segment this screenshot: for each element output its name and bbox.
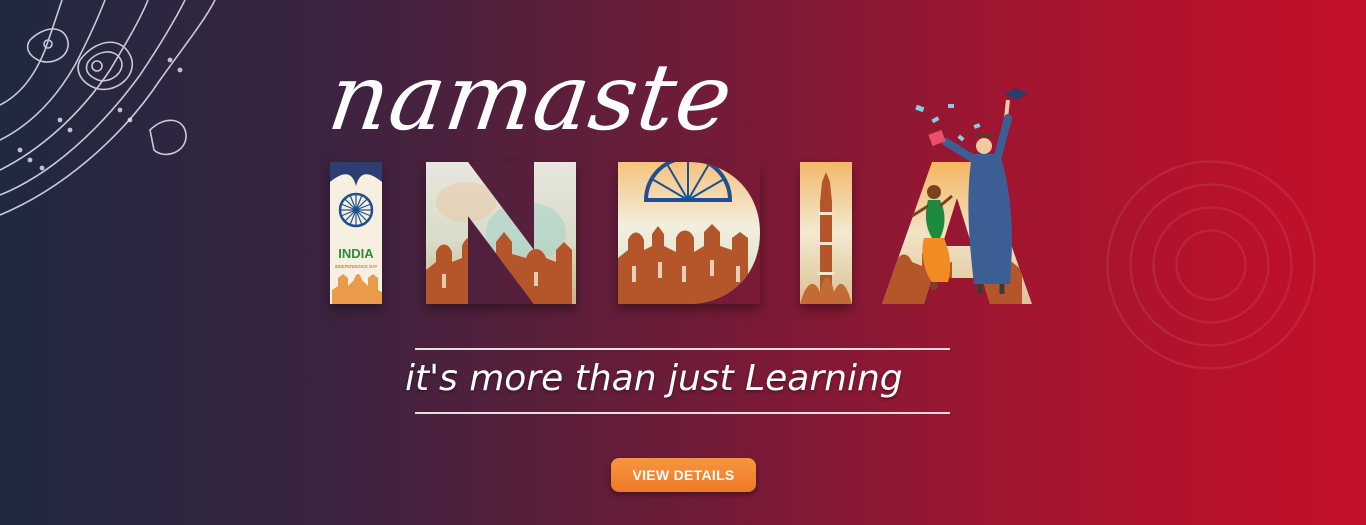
letter-i-1: INDIA INDEPENDENCE DAY (330, 162, 382, 304)
ashoka-chakra-icon (338, 192, 374, 228)
mandala-pattern (1106, 160, 1316, 370)
namaste-script-heading: namaste (322, 44, 740, 151)
tagline-bottom-rule (415, 412, 950, 414)
letter-a (882, 88, 1032, 304)
view-details-button[interactable]: VIEW DETAILS (611, 458, 756, 492)
confetti-decoration (915, 104, 981, 142)
tagline: it's more than just Learning (405, 358, 903, 399)
letter-d (618, 162, 760, 304)
letter-i-2 (800, 162, 852, 304)
badge-title: INDIA (338, 246, 374, 261)
tagline-top-rule (415, 348, 950, 350)
hero-banner: namaste INDIA INDEPENDENCE DAY it's more… (0, 0, 1366, 525)
mortarboard-icon (1004, 88, 1028, 100)
letter-n (426, 162, 576, 304)
india-title: INDIA INDEPENDENCE DAY (330, 88, 1050, 308)
badge-subtitle: INDEPENDENCE DAY (335, 264, 378, 269)
paisley-ornament-icon (0, 0, 216, 216)
